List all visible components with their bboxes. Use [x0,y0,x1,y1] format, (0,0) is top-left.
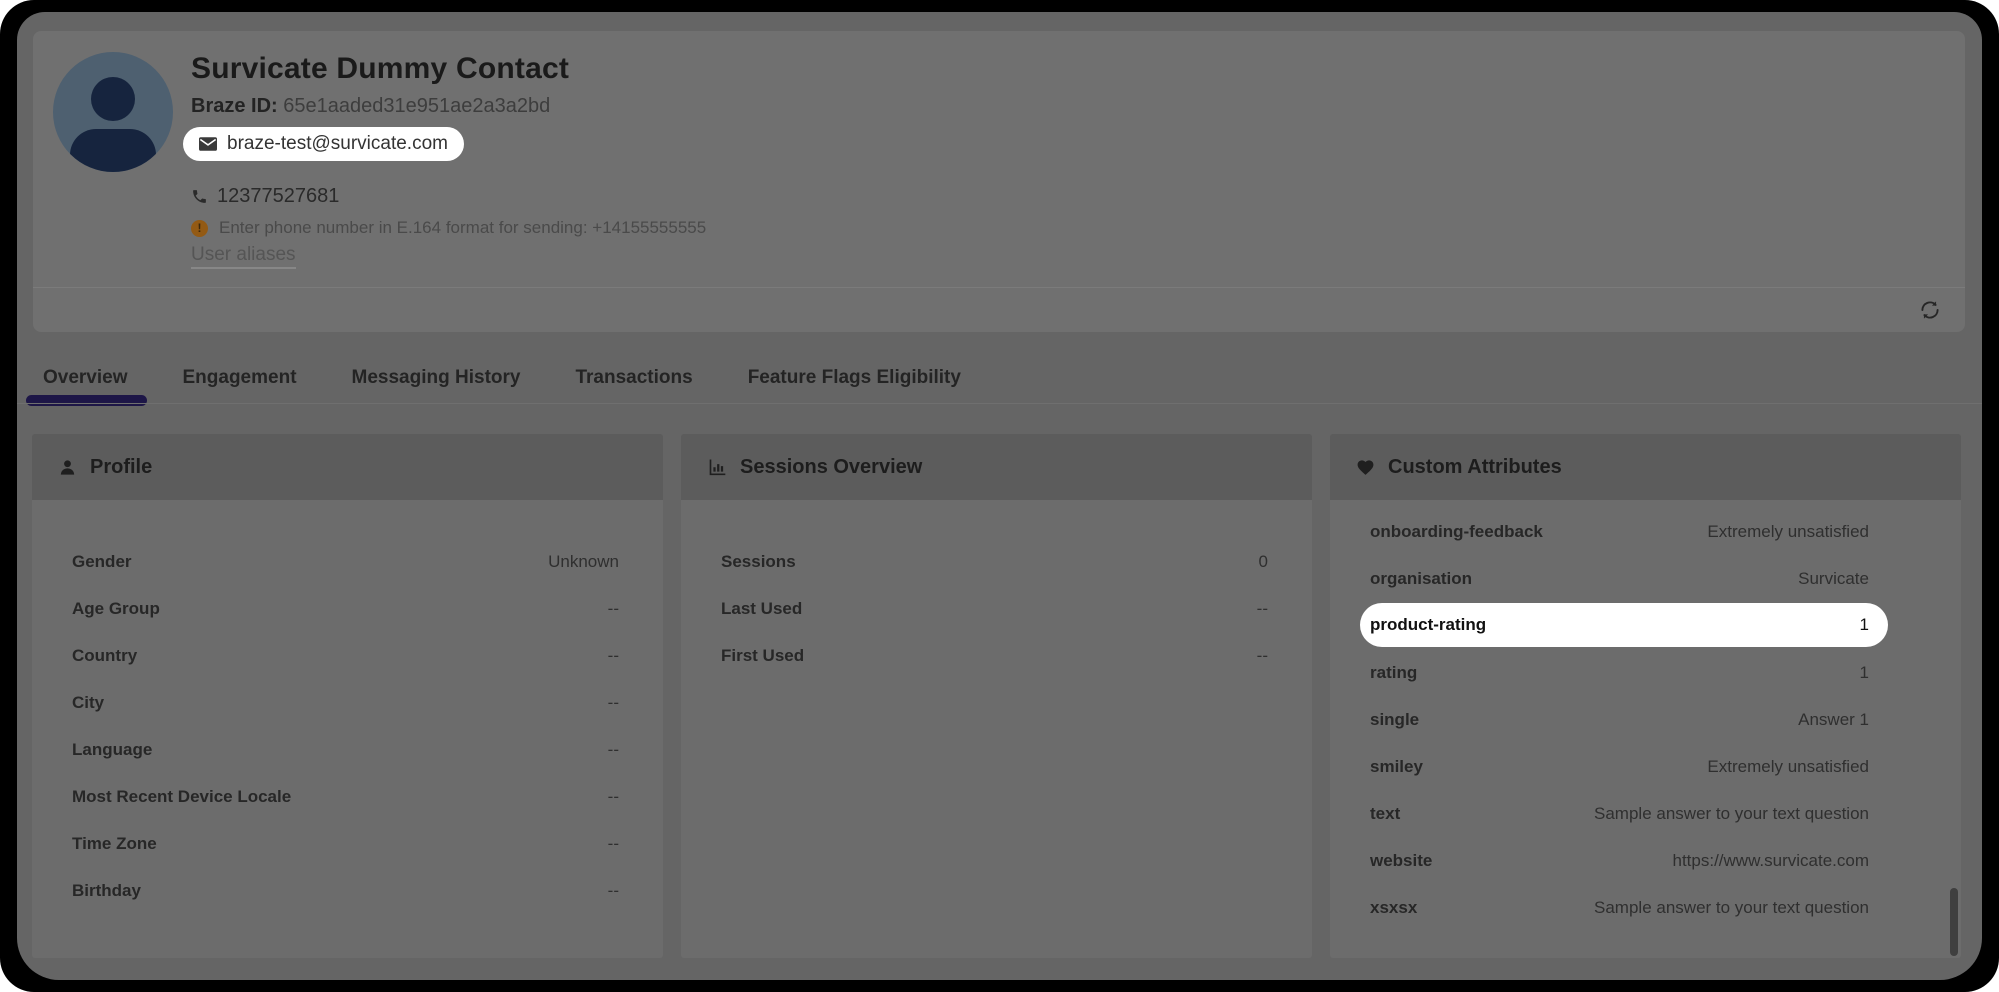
profile-card: Profile GenderUnknown Age Group-- Countr… [32,434,663,958]
custom-attribute-row: rating1 [1370,649,1869,696]
braze-id-value: 65e1aaded31e951ae2a3a2bd [283,95,550,117]
custom-attribute-row: xsxsxSample answer to your text question [1370,884,1869,931]
custom-attribute-row: onboarding-feedbackExtremely unsatisfied [1370,508,1869,555]
custom-attribute-row: singleAnswer 1 [1370,696,1869,743]
braze-id: Braze ID: 65e1aaded31e951ae2a3a2bd [191,94,706,118]
person-icon [58,458,77,477]
warning-text: Enter phone number in E.164 format for s… [219,218,706,238]
tab-engagement[interactable]: Engagement [173,353,307,403]
user-aliases-link[interactable]: User aliases [191,244,296,269]
tabs-divider [17,403,1982,404]
card-title: Custom Attributes [1388,456,1562,479]
profile-row: Age Group-- [72,585,619,632]
profile-tabs: Overview Engagement Messaging History Tr… [33,352,971,404]
overview-cards: Profile GenderUnknown Age Group-- Countr… [32,434,1962,958]
dimmed-page-overlay: Survicate Dummy Contact Braze ID: 65e1aa… [17,12,1982,980]
user-avatar [53,52,173,172]
profile-row: Language-- [72,726,619,773]
refresh-button[interactable] [1917,297,1943,323]
tab-feature-flags-eligibility[interactable]: Feature Flags Eligibility [738,353,971,403]
email-address: braze-test@survicate.com [227,133,448,155]
page-title: Survicate Dummy Contact [191,51,706,87]
profile-row: Time Zone-- [72,820,619,867]
avatar-person-icon [91,77,135,121]
phone-number-row: 12377527681 [191,185,706,208]
header-toolbar-divider [33,287,1965,288]
tab-overview[interactable]: Overview [33,353,138,403]
card-scrollbar-thumb[interactable] [1950,888,1958,956]
profile-row: Birthday-- [72,867,619,914]
sessions-overview-card: Sessions Overview Sessions0 Last Used-- … [681,434,1312,958]
profile-row: City-- [72,679,619,726]
custom-attribute-row: smileyExtremely unsatisfied [1370,743,1869,790]
custom-attributes-card: Custom Attributes onboarding-feedbackExt… [1330,434,1961,958]
email-pill-spotlight[interactable]: braze-test@survicate.com [183,127,464,161]
heart-icon [1356,458,1375,477]
phone-icon [191,188,208,205]
refresh-icon [1919,299,1941,321]
custom-attribute-row-product-rating-spotlight[interactable]: product-rating1 [1360,603,1888,647]
tab-messaging-history[interactable]: Messaging History [342,353,531,403]
sessions-row: Last Used-- [721,585,1268,632]
bar-chart-icon [707,457,727,477]
phone-format-warning: ! Enter phone number in E.164 format for… [191,218,706,238]
user-header-card: Survicate Dummy Contact Braze ID: 65e1aa… [33,31,1965,332]
braze-user-profile-window: { "header": { "title": "Survicate Dummy … [0,0,1999,992]
warning-icon: ! [191,220,208,237]
custom-attribute-row: organisationSurvicate [1370,555,1869,602]
card-title: Profile [90,456,152,479]
sessions-row: Sessions0 [721,538,1268,585]
custom-attribute-row: textSample answer to your text question [1370,790,1869,837]
envelope-icon [199,137,217,151]
phone-number: 12377527681 [217,185,339,208]
braze-id-label: Braze ID: [191,95,278,117]
profile-row: Most Recent Device Locale-- [72,773,619,820]
card-title: Sessions Overview [740,456,922,479]
profile-row: Country-- [72,632,619,679]
sessions-row: First Used-- [721,632,1268,679]
profile-row: GenderUnknown [72,538,619,585]
tab-transactions[interactable]: Transactions [565,353,702,403]
custom-attribute-row: websitehttps://www.survicate.com [1370,837,1869,884]
